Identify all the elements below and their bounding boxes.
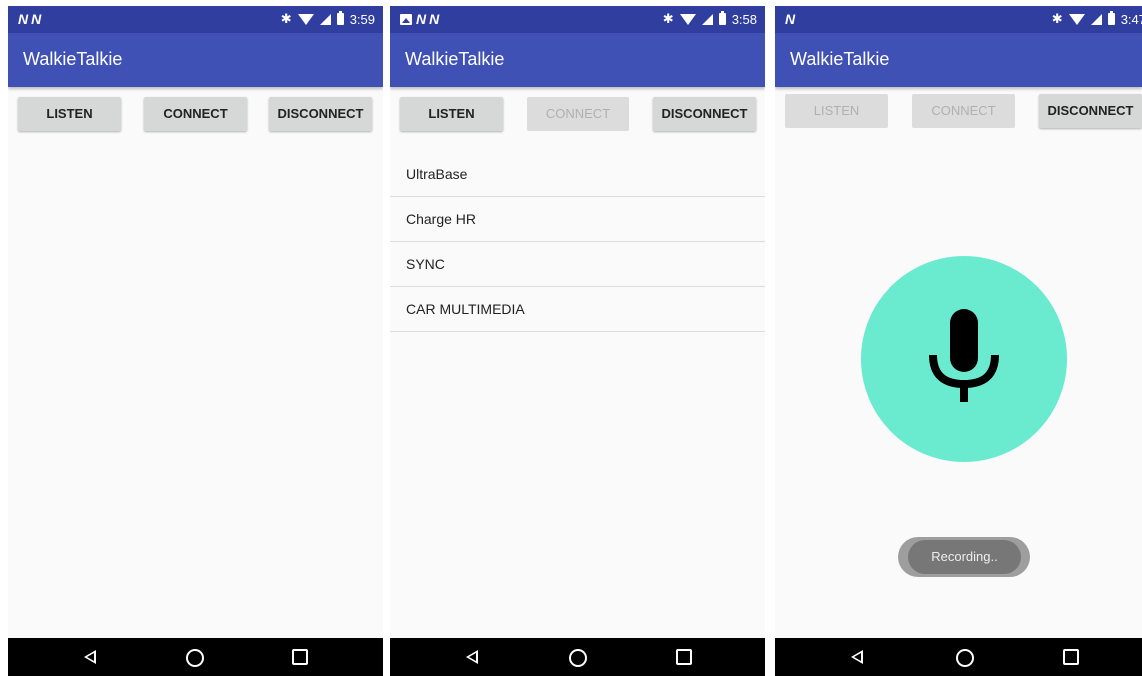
notification-n-icon: N — [785, 11, 795, 27]
signal-icon — [319, 13, 331, 25]
status-time: 3:58 — [731, 11, 757, 27]
device-list: UltraBase Charge HR SYNC CAR MULTIMEDIA — [390, 152, 765, 332]
list-item[interactable]: SYNC — [390, 242, 765, 287]
app-title: WalkieTalkie — [405, 49, 505, 69]
navigation-bar — [8, 638, 383, 676]
navigation-bar — [775, 638, 1142, 676]
listen-button[interactable]: LISTEN — [18, 97, 121, 131]
battery-icon — [336, 11, 344, 25]
app-title: WalkieTalkie — [23, 49, 123, 69]
connect-button[interactable]: CONNECT — [144, 97, 247, 131]
microphone-icon — [929, 309, 999, 402]
disconnect-button[interactable]: DISCONNECT — [1039, 94, 1142, 128]
recents-icon[interactable] — [1063, 649, 1079, 665]
app-bar: WalkieTalkie — [390, 33, 765, 87]
back-icon[interactable] — [84, 650, 96, 664]
notification-n-icon: N — [416, 11, 426, 27]
battery-icon — [1107, 11, 1115, 25]
listen-button[interactable]: LISTEN — [785, 94, 888, 128]
list-item[interactable]: Charge HR — [390, 197, 765, 242]
disconnect-button[interactable]: DISCONNECT — [269, 97, 372, 131]
signal-icon — [1090, 13, 1102, 25]
home-icon[interactable] — [569, 649, 587, 667]
status-time: 3:59 — [349, 11, 375, 27]
app-bar: WalkieTalkie — [8, 33, 383, 87]
listen-button[interactable]: LISTEN — [400, 97, 503, 131]
status-bar: N ✱ 3:47 — [775, 6, 1142, 33]
list-item[interactable]: UltraBase — [390, 152, 765, 197]
screen-device-list: N N ✱ 3:58 WalkieTalkie LISTEN CONNECT D… — [390, 6, 765, 676]
recents-icon[interactable] — [292, 649, 308, 665]
battery-icon — [718, 11, 726, 25]
bluetooth-icon: ✱ — [1051, 11, 1063, 26]
screen-recording: N ✱ 3:47 WalkieTalkie LISTEN CONNECT DIS… — [775, 6, 1142, 676]
signal-icon — [701, 13, 713, 25]
app-bar: WalkieTalkie — [775, 33, 1142, 87]
microphone-button[interactable] — [861, 256, 1067, 462]
home-icon[interactable] — [186, 649, 204, 667]
status-bar: N N ✱ 3:59 — [8, 6, 383, 33]
connect-button[interactable]: CONNECT — [527, 97, 629, 131]
home-icon[interactable] — [956, 649, 974, 667]
navigation-bar — [390, 638, 765, 676]
list-item[interactable]: CAR MULTIMEDIA — [390, 287, 765, 332]
wifi-icon — [679, 13, 696, 25]
disconnect-button[interactable]: DISCONNECT — [653, 97, 756, 131]
recents-icon[interactable] — [676, 649, 692, 665]
app-title: WalkieTalkie — [790, 49, 890, 69]
bluetooth-icon: ✱ — [662, 11, 674, 26]
notification-n-icon: N — [18, 11, 28, 27]
screen-idle: N N ✱ 3:59 WalkieTalkie LISTEN CONNECT D… — [8, 6, 383, 676]
bluetooth-icon: ✱ — [280, 11, 292, 26]
notification-n-icon: N — [429, 11, 439, 27]
connect-button[interactable]: CONNECT — [912, 94, 1015, 128]
notification-n-icon: N — [31, 11, 41, 27]
back-icon[interactable] — [851, 650, 863, 664]
recording-toast: Recording.. — [908, 540, 1021, 574]
status-time: 3:47 — [1120, 11, 1142, 27]
wifi-icon — [297, 13, 314, 25]
back-icon[interactable] — [466, 650, 478, 664]
image-icon — [400, 13, 412, 25]
wifi-icon — [1068, 13, 1085, 25]
status-bar: N N ✱ 3:58 — [390, 6, 765, 33]
